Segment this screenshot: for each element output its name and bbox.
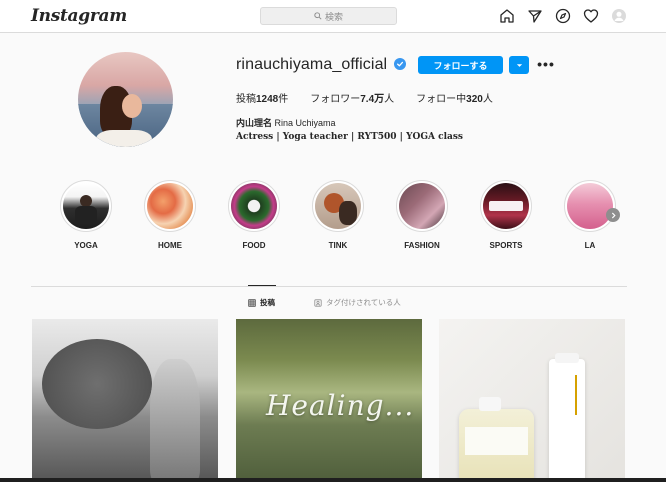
search-icon — [314, 12, 322, 20]
highlight-thumbnail — [567, 183, 613, 229]
following-stat-label: フォロー中 — [416, 94, 467, 105]
story-highlights: YOGA HOME FOOD TINK FASHION SPORTS LA — [58, 180, 628, 252]
highlight-food[interactable]: FOOD — [226, 180, 282, 250]
highlight-ring — [228, 180, 280, 232]
highlight-ring — [396, 180, 448, 232]
search-input[interactable]: 検索 — [260, 7, 397, 25]
caret-down-icon — [516, 63, 522, 67]
profile-avatar-icon[interactable] — [610, 7, 627, 24]
followers-stat-label: フォロワー — [310, 94, 361, 105]
highlight-label: FASHION — [404, 241, 440, 250]
highlight-label: LA — [584, 241, 596, 250]
more-options-icon[interactable]: ••• — [537, 57, 554, 71]
profile-username: rinauchiyama_official — [236, 56, 388, 73]
highlight-label: HOME — [158, 241, 182, 250]
chevron-right-icon — [611, 212, 616, 218]
window-bottom-edge — [0, 478, 666, 482]
highlight-thumbnail — [63, 183, 109, 229]
active-tab-indicator — [248, 285, 276, 286]
grid-icon — [248, 298, 256, 307]
suggested-accounts-button[interactable] — [509, 56, 529, 74]
highlight-thumbnail — [483, 183, 529, 229]
highlight-label: SPORTS — [489, 241, 523, 250]
instagram-logo[interactable]: Instagram — [31, 6, 127, 26]
tagged-user-icon — [314, 298, 322, 307]
following-stat[interactable]: フォロー中320人 — [416, 90, 493, 105]
highlights-next-button[interactable] — [606, 208, 620, 222]
tab-tagged[interactable]: タグ付けされている人 — [314, 297, 401, 308]
avatar-shirt-shape — [96, 130, 152, 147]
highlight-yoga[interactable]: YOGA — [58, 180, 114, 250]
heart-icon[interactable] — [582, 7, 599, 24]
highlight-sports[interactable]: SPORTS — [478, 180, 534, 250]
post-person-shape — [150, 359, 200, 482]
profile-avatar[interactable] — [78, 52, 173, 147]
profile-bio: Actress | Yoga teacher | RYT500 | YOGA c… — [236, 132, 463, 142]
search-placeholder: 検索 — [324, 11, 343, 22]
followers-stat-count: 7.4万 — [360, 94, 385, 105]
posts-stat[interactable]: 投稿1248件 — [236, 90, 288, 105]
avatar-face-shape — [122, 94, 142, 118]
followers-stat[interactable]: フォロワー7.4万人 — [310, 90, 394, 105]
posts-stat-unit: 件 — [278, 94, 289, 105]
following-stat-count: 320 — [466, 94, 483, 105]
post-overlay-text: Healing... — [266, 389, 415, 422]
tab-posts-label: 投稿 — [260, 298, 275, 307]
direct-icon[interactable] — [526, 7, 543, 24]
explore-icon[interactable] — [554, 7, 571, 24]
highlight-fashion[interactable]: FASHION — [394, 180, 450, 250]
profile-stats: 投稿1248件 フォロワー7.4万人 フォロー中320人 — [236, 90, 515, 105]
highlight-thumbnail — [399, 183, 445, 229]
highlight-label: FOOD — [242, 241, 266, 250]
profile-full-name: 内山理名 Rina Uchiyama — [236, 116, 336, 129]
follow-button[interactable]: フォローする — [418, 56, 503, 74]
following-stat-unit: 人 — [482, 94, 493, 105]
top-navigation-bar: Instagram 検索 — [0, 0, 666, 33]
highlight-ring — [480, 180, 532, 232]
tab-tagged-label: タグ付けされている人 — [326, 298, 401, 307]
highlight-ring — [312, 180, 364, 232]
highlight-label: YOGA — [74, 241, 98, 250]
posts-stat-label: 投稿 — [236, 94, 256, 105]
highlight-thumbnail — [231, 183, 277, 229]
highlight-label: TINK — [328, 241, 348, 250]
posts-stat-count: 1248 — [256, 94, 279, 105]
post-tree-shape — [42, 339, 152, 429]
highlight-ring — [564, 180, 616, 232]
post-thumbnail-2[interactable]: Healing... — [236, 319, 422, 482]
home-icon[interactable] — [498, 7, 515, 24]
verified-badge-icon — [394, 58, 406, 70]
post-thumbnail-1[interactable] — [32, 319, 218, 482]
highlight-thumbnail — [147, 183, 193, 229]
full-name-jp: 内山理名 — [236, 118, 273, 128]
followers-stat-unit: 人 — [384, 94, 395, 105]
highlight-ring — [144, 180, 196, 232]
highlight-tink[interactable]: TINK — [310, 180, 366, 250]
highlight-home[interactable]: HOME — [142, 180, 198, 250]
post-pouch-shape — [459, 397, 534, 482]
post-tube-shape — [549, 353, 585, 482]
highlight-thumbnail — [315, 183, 361, 229]
tabs-divider — [31, 286, 627, 287]
tab-posts[interactable]: 投稿 — [248, 297, 275, 308]
highlight-ring — [60, 180, 112, 232]
post-thumbnail-3[interactable] — [439, 319, 625, 482]
full-name-en: Rina Uchiyama — [274, 118, 336, 128]
